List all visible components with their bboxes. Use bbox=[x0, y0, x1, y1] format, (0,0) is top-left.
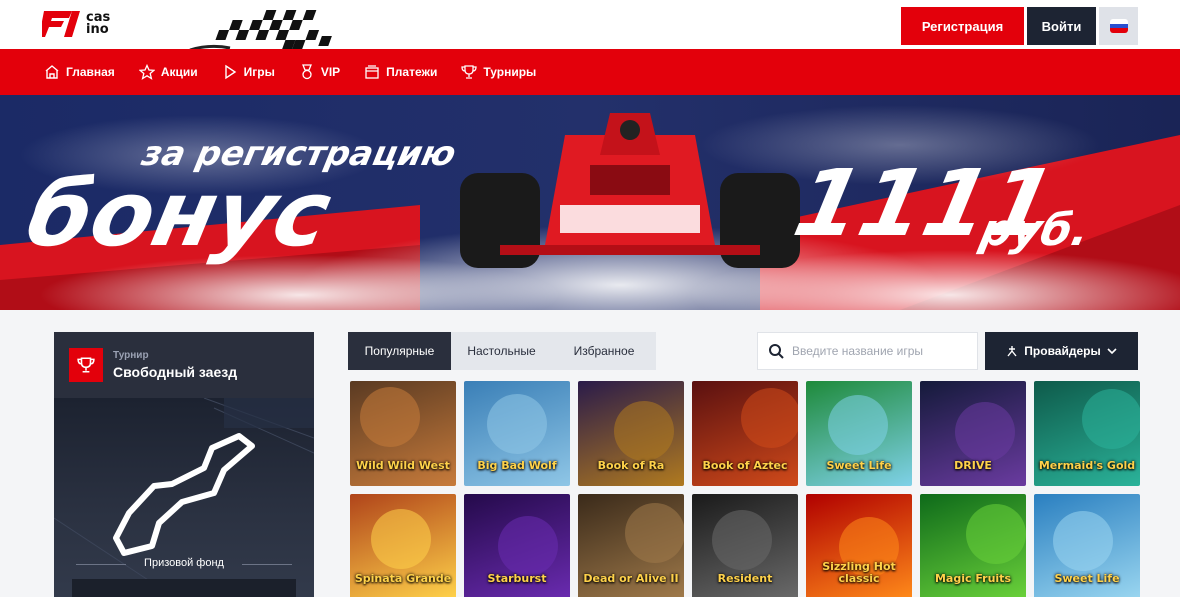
main-navigation: Главная Акции Игры VIP Платежи Турниры bbox=[0, 49, 1180, 95]
banner-line2: бонус bbox=[18, 163, 339, 267]
game-title: Resident bbox=[717, 572, 773, 585]
logo-wordmark: cas ino bbox=[86, 10, 111, 37]
login-button[interactable]: Войти bbox=[1027, 7, 1096, 45]
star-icon bbox=[138, 64, 155, 80]
nav-item-home[interactable]: Главная bbox=[44, 64, 115, 80]
providers-dropdown[interactable]: Провайдеры bbox=[985, 332, 1138, 370]
banner-artwork: за регистрацию бонус 1111 руб. bbox=[0, 95, 1180, 310]
nav-item-label: Главная bbox=[66, 65, 115, 79]
promo-banner[interactable]: за регистрацию бонус 1111 руб. bbox=[0, 95, 1180, 310]
game-title: Dead or Alive II bbox=[583, 572, 679, 585]
game-tile[interactable]: Starburst bbox=[464, 494, 570, 597]
divider bbox=[242, 564, 292, 565]
game-artwork bbox=[741, 388, 798, 448]
wallet-icon bbox=[365, 65, 379, 79]
tab-popular[interactable]: Популярные bbox=[348, 332, 451, 370]
play-icon bbox=[224, 64, 236, 80]
game-artwork bbox=[625, 503, 684, 563]
nav-item-tournaments[interactable]: Турниры bbox=[461, 64, 536, 80]
game-tile[interactable]: DRIVE bbox=[920, 381, 1026, 486]
nav-item-payments[interactable]: Платежи bbox=[364, 64, 437, 80]
game-artwork bbox=[487, 394, 547, 454]
nav-item-label: Акции bbox=[160, 65, 198, 79]
medal-icon bbox=[301, 64, 312, 80]
checkered-flag-decoration bbox=[189, 6, 375, 50]
game-artwork bbox=[360, 387, 420, 447]
game-artwork bbox=[966, 504, 1026, 564]
game-title: Wild Wild West bbox=[356, 459, 450, 472]
game-tile[interactable]: Spinata Grande bbox=[350, 494, 456, 597]
game-tile[interactable]: Magic Fruits bbox=[920, 494, 1026, 597]
game-artwork bbox=[498, 516, 558, 576]
prize-pool-value bbox=[72, 579, 296, 597]
search-icon bbox=[769, 344, 784, 359]
game-tile[interactable]: Big Bad Wolf bbox=[464, 381, 570, 486]
game-title: Spinata Grande bbox=[354, 572, 452, 585]
nav-item-vip[interactable]: VIP bbox=[299, 64, 340, 80]
game-tile[interactable]: Book of Aztec bbox=[692, 381, 798, 486]
game-tile[interactable]: Mermaid's Gold bbox=[1034, 381, 1140, 486]
trophy-icon bbox=[69, 348, 103, 382]
game-title: Mermaid's Gold bbox=[1038, 459, 1136, 472]
tournament-subtitle: Турнир bbox=[113, 350, 149, 361]
game-artwork bbox=[614, 401, 674, 461]
register-button[interactable]: Регистрация bbox=[901, 7, 1024, 45]
tab-table-games[interactable]: Настольные bbox=[451, 332, 552, 370]
nav-item-games[interactable]: Игры bbox=[222, 64, 275, 80]
game-title: Sizzling Hot classic bbox=[822, 560, 896, 585]
nav-item-label: Турниры bbox=[483, 65, 537, 79]
nav-item-promotions[interactable]: Акции bbox=[138, 64, 198, 80]
game-title: Book of Ra bbox=[597, 459, 665, 472]
game-tile[interactable]: Sweet Life bbox=[1034, 494, 1140, 597]
game-title: Sweet Life bbox=[1054, 572, 1120, 585]
casino-page: cas ino Регистрация Войти Главная Акции … bbox=[0, 0, 1180, 597]
nav-item-label: VIP bbox=[320, 65, 341, 79]
f1-logo-icon bbox=[42, 11, 80, 37]
home-icon bbox=[45, 65, 59, 79]
game-artwork bbox=[828, 395, 888, 455]
games-grid: Wild Wild West Big Bad Wolf Book of Ra Book… bbox=[350, 381, 1140, 597]
game-tile[interactable]: Sizzling Hot classic bbox=[806, 494, 912, 597]
providers-label: Провайдеры bbox=[1024, 344, 1101, 358]
prize-pool-label: Призовой фонд bbox=[144, 557, 224, 569]
providers-icon bbox=[1007, 346, 1017, 357]
game-tile[interactable]: Wild Wild West bbox=[350, 381, 456, 486]
game-title: Sweet Life bbox=[826, 459, 892, 472]
game-tile[interactable]: Sweet Life bbox=[806, 381, 912, 486]
game-title: Magic Fruits bbox=[934, 572, 1011, 585]
tournament-title: Свободный заезд bbox=[113, 364, 238, 380]
game-artwork bbox=[371, 509, 431, 569]
game-category-tabs: Популярные Настольные Избранное bbox=[348, 332, 656, 370]
top-header: cas ino Регистрация Войти bbox=[0, 0, 1180, 50]
nav-item-label: Платежи bbox=[386, 65, 438, 79]
tab-favorites[interactable]: Избранное bbox=[552, 332, 656, 370]
game-artwork bbox=[955, 402, 1015, 462]
tournament-header: Турнир Свободный заезд bbox=[54, 332, 314, 398]
game-title: Starburst bbox=[487, 572, 547, 585]
game-title: DRIVE bbox=[954, 459, 992, 472]
trophy-icon bbox=[461, 65, 478, 79]
game-tile[interactable]: Resident bbox=[692, 494, 798, 597]
search-input[interactable] bbox=[792, 344, 962, 358]
tournament-card[interactable]: Турнир Свободный заезд Призовой фонд bbox=[54, 332, 314, 597]
banner-currency: руб. bbox=[975, 205, 1094, 255]
game-artwork bbox=[712, 510, 772, 570]
chevron-down-icon bbox=[1107, 348, 1117, 355]
language-selector[interactable] bbox=[1099, 7, 1138, 45]
game-tile[interactable]: Book of Ra bbox=[578, 381, 684, 486]
nav-item-label: Игры bbox=[243, 65, 275, 79]
game-title: Big Bad Wolf bbox=[477, 459, 557, 472]
game-title: Book of Aztec bbox=[702, 459, 788, 472]
game-search bbox=[757, 332, 978, 370]
game-artwork bbox=[1053, 511, 1113, 571]
flag-ru-icon bbox=[1109, 19, 1128, 33]
game-tile[interactable]: Dead or Alive II bbox=[578, 494, 684, 597]
site-logo[interactable]: cas ino bbox=[42, 9, 110, 39]
race-track-icon bbox=[113, 433, 255, 556]
game-artwork bbox=[1082, 389, 1140, 449]
